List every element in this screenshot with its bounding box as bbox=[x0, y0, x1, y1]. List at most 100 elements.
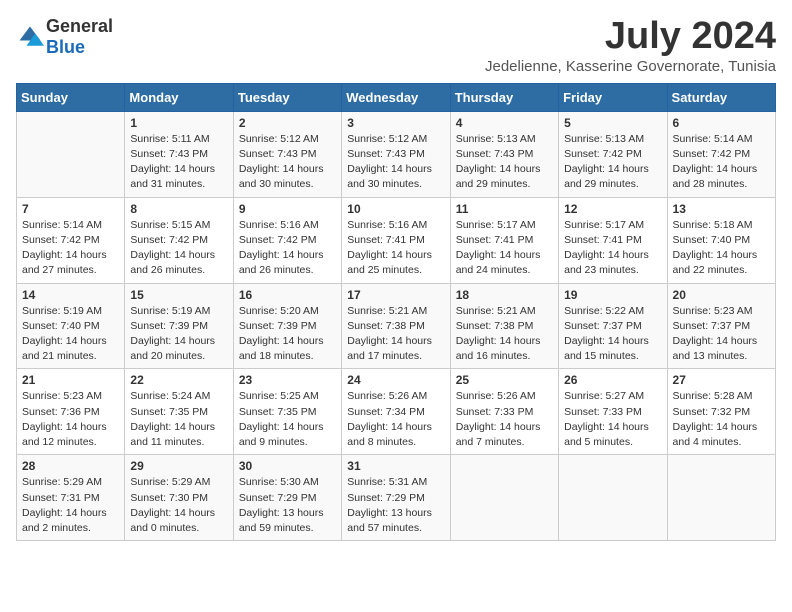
day-info: Sunrise: 5:26 AMSunset: 7:33 PMDaylight:… bbox=[456, 389, 553, 450]
day-info: Sunrise: 5:22 AMSunset: 7:37 PMDaylight:… bbox=[564, 304, 661, 365]
header-monday: Monday bbox=[125, 83, 233, 111]
day-number: 3 bbox=[347, 116, 444, 130]
calendar-cell: 28 Sunrise: 5:29 AMSunset: 7:31 PMDayligh… bbox=[17, 455, 125, 541]
calendar-cell: 27 Sunrise: 5:28 AMSunset: 7:32 PMDayligh… bbox=[667, 369, 775, 455]
calendar-week-2: 7Sunrise: 5:14 AMSunset: 7:42 PMDaylight… bbox=[17, 197, 776, 283]
calendar-cell: 13Sunrise: 5:18 AMSunset: 7:40 PMDayligh… bbox=[667, 197, 775, 283]
calendar-cell: 31 Sunrise: 5:31 AMSunset: 7:29 PMDayligh… bbox=[342, 455, 450, 541]
calendar-cell: 26Sunrise: 5:27 AMSunset: 7:33 PMDayligh… bbox=[559, 369, 667, 455]
day-info: Sunrise: 5:21 AMSunset: 7:38 PMDaylight:… bbox=[347, 304, 444, 365]
calendar-cell: 21 Sunrise: 5:23 AMSunset: 7:36 PMDayligh… bbox=[17, 369, 125, 455]
day-number: 8 bbox=[130, 202, 227, 216]
day-info: Sunrise: 5:13 AMSunset: 7:42 PMDaylight:… bbox=[564, 132, 661, 193]
day-number: 29 bbox=[130, 459, 227, 473]
day-info: Sunrise: 5:26 AMSunset: 7:34 PMDaylight:… bbox=[347, 389, 444, 450]
calendar-cell: 22 Sunrise: 5:24 AMSunset: 7:35 PMDayligh… bbox=[125, 369, 233, 455]
calendar-table: SundayMondayTuesdayWednesdayThursdayFrid… bbox=[16, 83, 776, 541]
day-number: 30 bbox=[239, 459, 336, 473]
calendar-cell: 1 Sunrise: 5:11 AMSunset: 7:43 PMDaylight… bbox=[125, 111, 233, 197]
day-info: Sunrise: 5:29 AMSunset: 7:31 PMDaylight:… bbox=[22, 475, 119, 536]
calendar-cell: 4Sunrise: 5:13 AMSunset: 7:43 PMDaylight… bbox=[450, 111, 558, 197]
header-thursday: Thursday bbox=[450, 83, 558, 111]
calendar-cell: 9Sunrise: 5:16 AMSunset: 7:42 PMDaylight… bbox=[233, 197, 341, 283]
location-subtitle: Jedelienne, Kasserine Governorate, Tunis… bbox=[485, 58, 776, 75]
logo: General Blue bbox=[16, 16, 113, 58]
calendar-cell: 2 Sunrise: 5:12 AMSunset: 7:43 PMDaylight… bbox=[233, 111, 341, 197]
day-number: 20 bbox=[673, 288, 770, 302]
calendar-week-1: 1 Sunrise: 5:11 AMSunset: 7:43 PMDaylight… bbox=[17, 111, 776, 197]
calendar-header-row: SundayMondayTuesdayWednesdayThursdayFrid… bbox=[17, 83, 776, 111]
day-number: 21 bbox=[22, 373, 119, 387]
day-info: Sunrise: 5:14 AMSunset: 7:42 PMDaylight:… bbox=[673, 132, 770, 193]
calendar-cell: 11Sunrise: 5:17 AMSunset: 7:41 PMDayligh… bbox=[450, 197, 558, 283]
day-info: Sunrise: 5:12 AMSunset: 7:43 PMDaylight:… bbox=[239, 132, 336, 193]
header-sunday: Sunday bbox=[17, 83, 125, 111]
calendar-cell: 19 Sunrise: 5:22 AMSunset: 7:37 PMDayligh… bbox=[559, 283, 667, 369]
day-number: 23 bbox=[239, 373, 336, 387]
day-number: 5 bbox=[564, 116, 661, 130]
day-number: 26 bbox=[564, 373, 661, 387]
day-info: Sunrise: 5:12 AMSunset: 7:43 PMDaylight:… bbox=[347, 132, 444, 193]
day-number: 19 bbox=[564, 288, 661, 302]
day-number: 12 bbox=[564, 202, 661, 216]
day-info: Sunrise: 5:30 AMSunset: 7:29 PMDaylight:… bbox=[239, 475, 336, 536]
month-title: July 2024 bbox=[485, 16, 776, 58]
day-info: Sunrise: 5:11 AMSunset: 7:43 PMDaylight:… bbox=[130, 132, 227, 193]
calendar-cell: 14Sunrise: 5:19 AMSunset: 7:40 PMDayligh… bbox=[17, 283, 125, 369]
day-number: 4 bbox=[456, 116, 553, 130]
calendar-cell: 3 Sunrise: 5:12 AMSunset: 7:43 PMDaylight… bbox=[342, 111, 450, 197]
day-number: 16 bbox=[239, 288, 336, 302]
header-tuesday: Tuesday bbox=[233, 83, 341, 111]
calendar-cell: 16 Sunrise: 5:20 AMSunset: 7:39 PMDayligh… bbox=[233, 283, 341, 369]
day-info: Sunrise: 5:28 AMSunset: 7:32 PMDaylight:… bbox=[673, 389, 770, 450]
day-number: 1 bbox=[130, 116, 227, 130]
day-number: 9 bbox=[239, 202, 336, 216]
day-info: Sunrise: 5:15 AMSunset: 7:42 PMDaylight:… bbox=[130, 218, 227, 279]
day-number: 7 bbox=[22, 202, 119, 216]
calendar-cell: 23 Sunrise: 5:25 AMSunset: 7:35 PMDayligh… bbox=[233, 369, 341, 455]
day-info: Sunrise: 5:20 AMSunset: 7:39 PMDaylight:… bbox=[239, 304, 336, 365]
day-info: Sunrise: 5:23 AMSunset: 7:37 PMDaylight:… bbox=[673, 304, 770, 365]
header-friday: Friday bbox=[559, 83, 667, 111]
day-info: Sunrise: 5:23 AMSunset: 7:36 PMDaylight:… bbox=[22, 389, 119, 450]
calendar-cell: 30 Sunrise: 5:30 AMSunset: 7:29 PMDayligh… bbox=[233, 455, 341, 541]
day-info: Sunrise: 5:31 AMSunset: 7:29 PMDaylight:… bbox=[347, 475, 444, 536]
day-number: 22 bbox=[130, 373, 227, 387]
calendar-cell: 20 Sunrise: 5:23 AMSunset: 7:37 PMDayligh… bbox=[667, 283, 775, 369]
day-number: 15 bbox=[130, 288, 227, 302]
calendar-cell: 8 Sunrise: 5:15 AMSunset: 7:42 PMDaylight… bbox=[125, 197, 233, 283]
calendar-cell: 12Sunrise: 5:17 AMSunset: 7:41 PMDayligh… bbox=[559, 197, 667, 283]
calendar-week-5: 28 Sunrise: 5:29 AMSunset: 7:31 PMDayligh… bbox=[17, 455, 776, 541]
day-number: 6 bbox=[673, 116, 770, 130]
day-info: Sunrise: 5:25 AMSunset: 7:35 PMDaylight:… bbox=[239, 389, 336, 450]
day-number: 13 bbox=[673, 202, 770, 216]
calendar-cell bbox=[17, 111, 125, 197]
day-number: 25 bbox=[456, 373, 553, 387]
logo-blue-text: Blue bbox=[46, 37, 85, 57]
day-info: Sunrise: 5:29 AMSunset: 7:30 PMDaylight:… bbox=[130, 475, 227, 536]
day-number: 2 bbox=[239, 116, 336, 130]
calendar-cell: 6 Sunrise: 5:14 AMSunset: 7:42 PMDaylight… bbox=[667, 111, 775, 197]
page-header: General Blue July 2024 Jedelienne, Kasse… bbox=[16, 16, 776, 75]
day-number: 14 bbox=[22, 288, 119, 302]
day-info: Sunrise: 5:21 AMSunset: 7:38 PMDaylight:… bbox=[456, 304, 553, 365]
day-info: Sunrise: 5:24 AMSunset: 7:35 PMDaylight:… bbox=[130, 389, 227, 450]
day-info: Sunrise: 5:19 AMSunset: 7:39 PMDaylight:… bbox=[130, 304, 227, 365]
day-number: 10 bbox=[347, 202, 444, 216]
calendar-cell: 7Sunrise: 5:14 AMSunset: 7:42 PMDaylight… bbox=[17, 197, 125, 283]
title-block: July 2024 Jedelienne, Kasserine Governor… bbox=[485, 16, 776, 75]
day-info: Sunrise: 5:17 AMSunset: 7:41 PMDaylight:… bbox=[456, 218, 553, 279]
day-number: 27 bbox=[673, 373, 770, 387]
calendar-cell: 18Sunrise: 5:21 AMSunset: 7:38 PMDayligh… bbox=[450, 283, 558, 369]
calendar-week-4: 21 Sunrise: 5:23 AMSunset: 7:36 PMDayligh… bbox=[17, 369, 776, 455]
calendar-cell: 5 Sunrise: 5:13 AMSunset: 7:42 PMDaylight… bbox=[559, 111, 667, 197]
day-number: 28 bbox=[22, 459, 119, 473]
calendar-cell bbox=[450, 455, 558, 541]
header-wednesday: Wednesday bbox=[342, 83, 450, 111]
calendar-cell: 17Sunrise: 5:21 AMSunset: 7:38 PMDayligh… bbox=[342, 283, 450, 369]
calendar-cell: 24Sunrise: 5:26 AMSunset: 7:34 PMDayligh… bbox=[342, 369, 450, 455]
calendar-cell: 29 Sunrise: 5:29 AMSunset: 7:30 PMDayligh… bbox=[125, 455, 233, 541]
day-number: 31 bbox=[347, 459, 444, 473]
calendar-cell bbox=[667, 455, 775, 541]
calendar-cell: 10Sunrise: 5:16 AMSunset: 7:41 PMDayligh… bbox=[342, 197, 450, 283]
